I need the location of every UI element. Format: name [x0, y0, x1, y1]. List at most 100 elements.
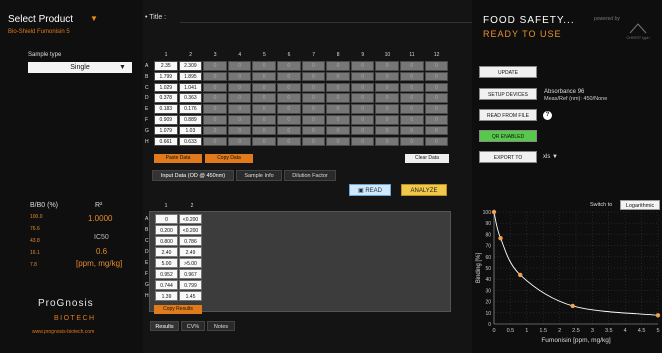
export-to-button[interactable]: EXPORT TO [479, 151, 537, 163]
plate-cell[interactable]: 0 [301, 71, 326, 82]
plate-cell[interactable]: 0 [400, 93, 424, 103]
chevron-down-icon[interactable]: ▼ [119, 62, 126, 73]
plate-cell[interactable]: 0.633 [178, 136, 203, 147]
plate-cell[interactable]: 0 [375, 82, 399, 93]
plate-cell[interactable]: 0 [301, 104, 326, 114]
plate-cell[interactable]: 0 [375, 136, 399, 147]
plate-cell[interactable]: 0 [203, 71, 227, 82]
plate-cell[interactable]: 0 [350, 125, 375, 136]
plate-cell[interactable]: 0 [227, 136, 252, 147]
plate-cell[interactable]: 0 [350, 115, 375, 125]
plate-cell[interactable]: 0 [252, 61, 276, 71]
plate-cell[interactable]: 2.309 [178, 61, 203, 71]
read-from-file-button[interactable]: READ FROM FILE [479, 109, 537, 121]
plate-cell[interactable]: 0 [227, 115, 252, 125]
plate-cell[interactable]: 0 [203, 93, 227, 103]
plate-cell[interactable]: 0 [277, 115, 301, 125]
plate-cell[interactable]: 0 [203, 61, 227, 71]
update-button[interactable]: UPDATE [479, 66, 537, 78]
plate-cell[interactable]: 0 [326, 61, 350, 71]
plate-cell[interactable]: 0.176 [178, 104, 203, 114]
plate-cell[interactable]: 0 [301, 82, 326, 93]
plate-cell[interactable]: 0 [326, 71, 350, 82]
plate-cell[interactable]: 0 [424, 136, 449, 147]
plate-cell[interactable]: 0 [375, 125, 399, 136]
tab-dilution-factor[interactable]: Dilution Factor [284, 170, 336, 181]
title-input[interactable] [180, 22, 472, 23]
plate-cell[interactable]: 0 [203, 125, 227, 136]
qr-enabled-button[interactable]: QR ENABLED [479, 130, 537, 142]
copy-data-button[interactable]: Copy Data [205, 154, 253, 163]
plate-cell[interactable]: 0 [424, 115, 449, 125]
plate-cell[interactable]: 0 [400, 125, 424, 136]
plate-cell[interactable]: 0 [301, 136, 326, 147]
plate-cell[interactable]: 0 [326, 115, 350, 125]
plate-cell[interactable]: 0 [326, 125, 350, 136]
plate-cell[interactable]: 0 [375, 104, 399, 114]
plate-cell[interactable]: 0 [375, 71, 399, 82]
plate-cell[interactable]: 0 [203, 104, 227, 114]
setup-devices-button[interactable]: SETUP DEVICES [479, 88, 537, 100]
plate-cell[interactable]: 0 [350, 136, 375, 147]
tab-input-data[interactable]: Input Data (OD @ 450nm) [152, 170, 234, 181]
plate-cell[interactable]: 0 [375, 115, 399, 125]
tab-results[interactable]: Results [150, 321, 179, 331]
plate-cell[interactable]: 0 [227, 104, 252, 114]
plate-cell[interactable]: 0 [400, 82, 424, 93]
plate-cell[interactable]: 0 [301, 125, 326, 136]
plate-cell[interactable]: 0 [400, 71, 424, 82]
plate-cell[interactable]: 0 [227, 82, 252, 93]
plate-cell[interactable]: 0 [277, 104, 301, 114]
plate-cell[interactable]: 1.079 [154, 125, 178, 136]
plate-cell[interactable]: 0 [227, 93, 252, 103]
plate-cell[interactable]: 0 [350, 93, 375, 103]
plate-cell[interactable]: 0.183 [154, 104, 178, 114]
plate-cell[interactable]: 0 [252, 82, 276, 93]
plate-cell[interactable]: 0 [277, 93, 301, 103]
plate-cell[interactable]: 0 [277, 61, 301, 71]
help-icon[interactable]: ? [543, 111, 552, 120]
plate-cell[interactable]: 0.909 [154, 115, 178, 125]
plate-cell[interactable]: 0 [277, 71, 301, 82]
plate-cell[interactable]: 0 [375, 93, 399, 103]
tab-notes[interactable]: Notes [207, 321, 235, 331]
plate-cell[interactable]: 0 [203, 136, 227, 147]
plate-cell[interactable]: 0 [252, 93, 276, 103]
website-link[interactable]: www.prognosis-biotech.com [32, 329, 94, 335]
plate-cell[interactable]: 0 [326, 93, 350, 103]
plate-cell[interactable]: 2.35 [154, 61, 178, 71]
tab-cv[interactable]: CV% [181, 321, 205, 331]
clear-data-button[interactable]: Clear Data [405, 154, 449, 163]
plate-cell[interactable]: 0 [424, 93, 449, 103]
plate-cell[interactable]: 0 [227, 125, 252, 136]
plate-cell[interactable]: 0 [252, 104, 276, 114]
plate-cell[interactable]: 0 [227, 71, 252, 82]
plate-cell[interactable]: 0 [350, 82, 375, 93]
plate-cell[interactable]: 0 [375, 61, 399, 71]
plate-cell[interactable]: 1.895 [178, 71, 203, 82]
copy-results-button[interactable]: Copy Results [154, 305, 202, 314]
paste-data-button[interactable]: Paste Data [154, 154, 202, 163]
analyze-button[interactable]: ANALYZE [401, 184, 447, 196]
plate-cell[interactable]: 0.378 [154, 93, 178, 103]
plate-cell[interactable]: 0 [252, 136, 276, 147]
plate-cell[interactable]: 0 [400, 61, 424, 71]
read-button[interactable]: ▣ READ [349, 184, 391, 196]
product-dropdown-icon[interactable]: ▼ [90, 14, 98, 23]
plate-cell[interactable]: 0 [252, 115, 276, 125]
plate-cell[interactable]: 0.889 [178, 115, 203, 125]
plate-cell[interactable]: 0 [326, 82, 350, 93]
plate-cell[interactable]: 0 [301, 93, 326, 103]
plate-cell[interactable]: 1.799 [154, 71, 178, 82]
plate-cell[interactable]: 0 [301, 115, 326, 125]
plate-cell[interactable]: 0 [350, 104, 375, 114]
plate-cell[interactable]: 0 [277, 125, 301, 136]
plate-cell[interactable]: 0 [326, 136, 350, 147]
plate-cell[interactable]: 0 [277, 136, 301, 147]
plate-cell[interactable]: 0 [227, 61, 252, 71]
plate-cell[interactable]: 0 [400, 136, 424, 147]
plate-cell[interactable]: 0 [203, 115, 227, 125]
plate-cell[interactable]: 0 [424, 104, 449, 114]
plate-cell[interactable]: 1.029 [154, 82, 178, 93]
plate-cell[interactable]: 0.661 [154, 136, 178, 147]
